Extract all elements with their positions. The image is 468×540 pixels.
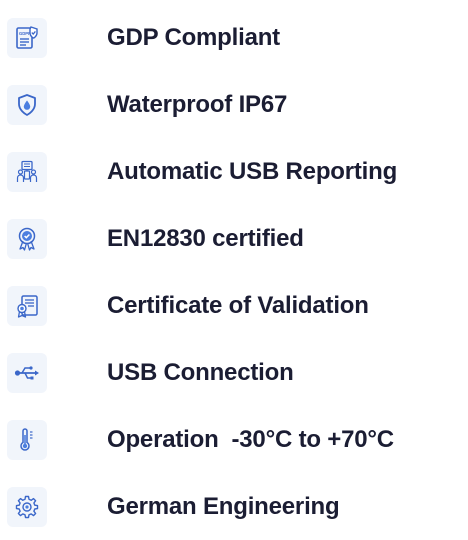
icon-container: [7, 84, 47, 125]
feature-label: Automatic USB Reporting: [107, 157, 398, 185]
thermometer-icon: [20, 427, 33, 451]
gear-icon: [15, 495, 39, 518]
feature-label: Waterproof IP67: [107, 90, 288, 118]
certificate-icon: [17, 294, 38, 318]
icon-container: [7, 486, 47, 527]
feature-operation-temperature: Operation -30°C to +70°C: [0, 406, 468, 473]
feature-label: Certificate of Validation: [107, 291, 369, 319]
gdpr-document-icon: GDPR: [16, 25, 38, 49]
icon-container: [7, 285, 47, 326]
feature-usb-connection: USB Connection: [0, 339, 468, 406]
icon-container: [7, 419, 47, 460]
water-shield-icon: [18, 93, 36, 116]
feature-label: GDP Compliant: [107, 23, 280, 51]
usb-reporting-icon: [16, 160, 38, 182]
feature-list: GDPR GDP Compliant Waterproof IP67 Autom…: [0, 4, 468, 540]
feature-label: German Engineering: [107, 492, 340, 520]
gdpr-icon-text: GDPR: [19, 31, 31, 36]
usb-icon: [14, 365, 39, 379]
feature-gdp-compliant: GDPR GDP Compliant: [0, 4, 468, 71]
icon-container: GDPR: [7, 17, 47, 58]
feature-waterproof: Waterproof IP67: [0, 71, 468, 138]
feature-en12830: EN12830 certified: [0, 205, 468, 272]
feature-usb-reporting: Automatic USB Reporting: [0, 138, 468, 205]
feature-german-engineering: German Engineering: [0, 473, 468, 540]
icon-container: [7, 218, 47, 259]
certified-badge-icon: [18, 227, 36, 251]
feature-label: Operation -30°C to +70°C: [107, 425, 394, 453]
icon-container: [7, 151, 47, 192]
icon-container: [7, 352, 47, 393]
feature-label: USB Connection: [107, 358, 294, 386]
feature-label: EN12830 certified: [107, 224, 304, 252]
feature-certificate: Certificate of Validation: [0, 272, 468, 339]
